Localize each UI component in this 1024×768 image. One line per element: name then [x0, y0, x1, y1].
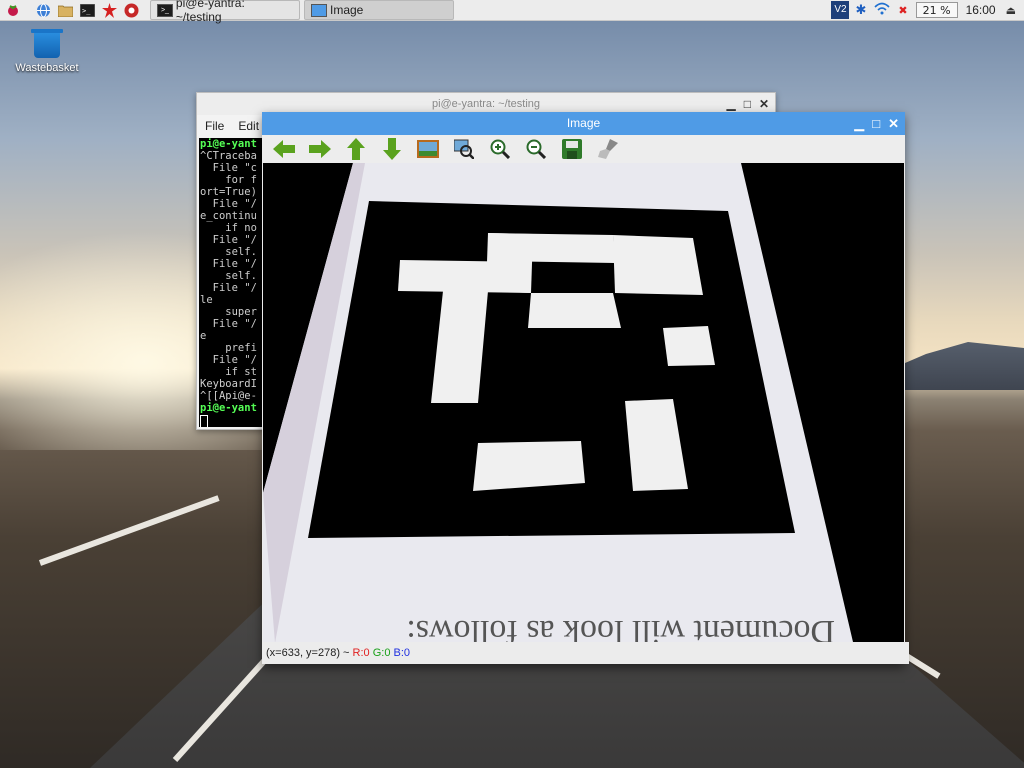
bluetooth-icon[interactable]: ✱ — [855, 2, 866, 18]
image-titlebar[interactable]: Image ▁ □ ✕ — [262, 112, 905, 135]
zoom-in-icon[interactable] — [486, 136, 514, 162]
web-browser-icon[interactable] — [34, 1, 52, 19]
image-statusbar: (x=633, y=278) ~ R:0 G:0 B:0 — [262, 642, 909, 664]
zoom-fit-icon[interactable] — [450, 136, 478, 162]
task-terminal-label: pi@e-yantra: ~/testing — [175, 0, 245, 24]
green-value: G:0 — [372, 647, 391, 659]
wastebasket-desktop-icon[interactable]: Wastebasket — [14, 29, 80, 74]
task-image[interactable]: Image — [304, 0, 454, 20]
minimize-icon[interactable]: ▁ — [854, 112, 864, 135]
wastebasket-icon — [31, 29, 63, 58]
horizon-hills — [884, 342, 1024, 390]
clock[interactable]: 16:00 — [966, 3, 996, 17]
image-caption: Document will look as follows: — [406, 613, 835, 642]
down-arrow-icon[interactable] — [378, 136, 406, 162]
cpu-usage-text: 21 % — [922, 3, 951, 17]
red-value: R:0 — [352, 647, 370, 659]
svg-text:>_: >_ — [82, 7, 91, 15]
cursor-coords: (x=633, y=278) ~ — [266, 647, 350, 659]
aruco-marker-photo: Document will look as follows: — [263, 163, 904, 642]
image-canvas[interactable]: Document will look as follows: — [263, 163, 904, 642]
image-task-icon — [311, 3, 327, 17]
math-kernel-icon[interactable] — [100, 1, 118, 19]
close-icon[interactable]: ✕ — [888, 112, 899, 135]
image-window-controls: ▁ □ ✕ — [854, 112, 899, 134]
save-icon[interactable] — [558, 136, 586, 162]
wolfram-icon[interactable] — [122, 1, 140, 19]
blue-value: B:0 — [393, 647, 411, 659]
task-image-label: Image — [330, 3, 364, 17]
system-tray: V2 ✱ ✖ 21 % 16:00 ⏏ — [831, 0, 1024, 20]
image-window[interactable]: Image ▁ □ ✕ Document will look as follow… — [262, 112, 909, 664]
terminal-title: pi@e-yantra: ~/testing — [431, 98, 541, 110]
menu-edit[interactable]: Edit — [238, 119, 259, 133]
terminal-task-icon: >_ — [157, 3, 173, 17]
volume-muted-icon[interactable]: ✖ — [898, 4, 907, 17]
wifi-icon[interactable] — [874, 2, 890, 18]
file-manager-icon[interactable] — [56, 1, 74, 19]
eject-icon[interactable]: ⏏ — [1006, 4, 1016, 17]
task-terminal[interactable]: >_ pi@e-yantra: ~/testing — [150, 0, 300, 24]
image-toolbar — [262, 135, 905, 163]
cpu-usage-monitor[interactable]: 21 % — [915, 2, 958, 18]
menu-file[interactable]: File — [205, 119, 224, 133]
image-window-title: Image — [566, 116, 601, 130]
up-arrow-icon[interactable] — [342, 136, 370, 162]
wastebasket-label: Wastebasket — [15, 62, 79, 74]
raspberry-menu-icon[interactable] — [4, 1, 22, 19]
forward-arrow-icon[interactable] — [306, 136, 334, 162]
zoom-out-icon[interactable] — [522, 136, 550, 162]
taskbar: >_ >_ pi@e-yantra: ~/testing Image V2 ✱ … — [0, 0, 1024, 24]
road-line-left — [38, 495, 220, 566]
clear-icon[interactable] — [594, 136, 622, 162]
terminal-icon[interactable]: >_ — [78, 1, 96, 19]
fit-image-icon[interactable] — [414, 136, 442, 162]
terminal-cursor — [200, 415, 208, 427]
vnc-icon[interactable]: V2 — [831, 1, 850, 19]
back-arrow-icon[interactable] — [270, 136, 298, 162]
maximize-icon[interactable]: □ — [872, 112, 880, 135]
